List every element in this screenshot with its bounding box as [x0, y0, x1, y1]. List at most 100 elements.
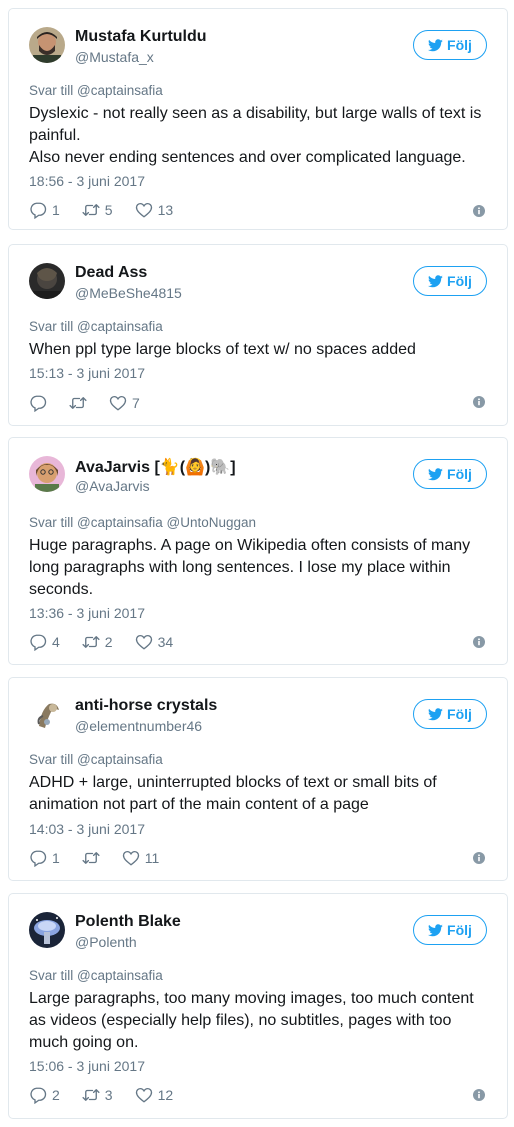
- timestamp[interactable]: 14:03 - 3 juni 2017: [29, 821, 145, 837]
- retweet-icon: [82, 1089, 100, 1101]
- replying-to[interactable]: Svar till @captainsafia: [29, 752, 163, 767]
- like-action[interactable]: 34: [135, 633, 173, 651]
- user-handle[interactable]: @Mustafa_x: [75, 49, 154, 65]
- retweet-count: 5: [104, 202, 113, 218]
- reply-icon: [30, 850, 47, 867]
- reply-action[interactable]: 4: [29, 633, 60, 651]
- user-name[interactable]: Dead Ass: [75, 264, 147, 282]
- follow-label: Följ: [447, 37, 472, 53]
- retweet-icon: [82, 636, 100, 648]
- avatar[interactable]: [29, 456, 65, 492]
- retweet-icon: [69, 397, 87, 409]
- user-name[interactable]: Mustafa Kurtuldu: [75, 28, 207, 46]
- tweet-card: Polenth Blake @Polenth Följ Svar till @c…: [8, 893, 508, 1119]
- user-handle[interactable]: @Polenth: [75, 934, 137, 950]
- tweet-text-line: painful.: [29, 127, 81, 144]
- tweet-card: anti-horse crystals @elementnumber46 Föl…: [8, 677, 508, 881]
- tweet-text-line: Large paragraphs, too many moving images…: [29, 990, 474, 1007]
- reply-icon: [30, 395, 47, 412]
- follow-label: Följ: [447, 273, 472, 289]
- reply-count: 1: [52, 202, 60, 218]
- timestamp[interactable]: 15:13 - 3 juni 2017: [29, 365, 145, 381]
- tweet-text-line: animation not part of the main content o…: [29, 796, 369, 813]
- replying-to[interactable]: Svar till @captainsafia: [29, 83, 163, 98]
- tweet-text-line: as videos (especially help files), no su…: [29, 1012, 452, 1029]
- follow-button[interactable]: Följ: [413, 459, 487, 489]
- user-handle[interactable]: @elementnumber46: [75, 718, 202, 734]
- reply-action[interactable]: 1: [29, 201, 60, 219]
- replying-to[interactable]: Svar till @captainsafia: [29, 968, 163, 983]
- like-count: 7: [132, 395, 140, 411]
- tweet-actions: 1 5 13: [29, 200, 173, 220]
- retweet-action[interactable]: [82, 849, 100, 867]
- heart-icon: [135, 202, 152, 218]
- tweet-actions: 2 3 12: [29, 1085, 173, 1105]
- avatar[interactable]: [29, 696, 65, 732]
- tweet-card: Mustafa Kurtuldu @Mustafa_x Följ Svar ti…: [8, 8, 508, 230]
- tweet-text-line: Dyslexic - not really seen as a disabili…: [29, 105, 482, 122]
- tweet-text: Huge paragraphs. A page on Wikipedia oft…: [29, 535, 491, 601]
- tweet-text: ADHD + large, uninterrupted blocks of te…: [29, 772, 491, 816]
- follow-button[interactable]: Följ: [413, 699, 487, 729]
- reply-action[interactable]: 2: [29, 1086, 60, 1104]
- reply-action[interactable]: [29, 394, 47, 412]
- retweet-icon: [82, 852, 100, 864]
- tweet-card: AvaJarvis [🐈(🙆)🐘] @AvaJarvis Följ Svar t…: [8, 437, 508, 665]
- retweet-action[interactable]: 5: [82, 201, 113, 219]
- user-handle[interactable]: @MeBeShe4815: [75, 285, 182, 301]
- retweet-action[interactable]: 2: [82, 633, 113, 651]
- bird-icon: [428, 467, 443, 480]
- avatar[interactable]: [29, 27, 65, 63]
- replying-to[interactable]: Svar till @captainsafia @UntoNuggan: [29, 515, 256, 530]
- tweet-actions: 4 2 34: [29, 632, 173, 652]
- reply-count: 1: [52, 850, 60, 866]
- bird-icon: [428, 38, 443, 51]
- info-icon[interactable]: [473, 852, 485, 864]
- follow-label: Följ: [447, 922, 472, 938]
- avatar[interactable]: [29, 912, 65, 948]
- retweet-action[interactable]: 3: [82, 1086, 113, 1104]
- like-action[interactable]: 7: [109, 394, 140, 412]
- user-handle[interactable]: @AvaJarvis: [75, 478, 150, 494]
- bird-icon: [428, 707, 443, 720]
- user-name[interactable]: anti-horse crystals: [75, 697, 217, 715]
- reply-count: 2: [52, 1087, 60, 1103]
- tweet-text-line: ADHD + large, uninterrupted blocks of te…: [29, 774, 437, 791]
- reply-icon: [30, 634, 47, 651]
- retweet-icon: [82, 204, 100, 216]
- info-icon[interactable]: [473, 636, 485, 648]
- reply-icon: [30, 1087, 47, 1104]
- follow-button[interactable]: Följ: [413, 266, 487, 296]
- tweet-text-line: When ppl type large blocks of text w/ no…: [29, 341, 416, 358]
- tweet-text-line: Also never ending sentences and over com…: [29, 149, 466, 166]
- timestamp[interactable]: 15:06 - 3 juni 2017: [29, 1058, 145, 1074]
- tweet-text: Large paragraphs, too many moving images…: [29, 988, 491, 1054]
- tweet-card: Dead Ass @MeBeShe4815 Följ Svar till @ca…: [8, 244, 508, 426]
- user-name[interactable]: Polenth Blake: [75, 913, 181, 931]
- user-name[interactable]: AvaJarvis [🐈(🙆)🐘]: [75, 457, 236, 477]
- like-action[interactable]: 13: [135, 201, 174, 219]
- info-icon[interactable]: [473, 396, 485, 408]
- retweet-action[interactable]: [69, 394, 87, 412]
- heart-icon: [122, 850, 139, 866]
- timestamp[interactable]: 18:56 - 3 juni 2017: [29, 173, 145, 189]
- bird-icon: [428, 923, 443, 936]
- timestamp[interactable]: 13:36 - 3 juni 2017: [29, 605, 145, 621]
- avatar[interactable]: [29, 263, 65, 299]
- follow-button[interactable]: Följ: [413, 30, 487, 60]
- like-count: 12: [157, 1087, 174, 1103]
- reply-action[interactable]: 1: [29, 849, 60, 867]
- replying-to[interactable]: Svar till @captainsafia: [29, 319, 163, 334]
- follow-label: Följ: [447, 706, 472, 722]
- like-action[interactable]: 12: [135, 1086, 174, 1104]
- follow-button[interactable]: Följ: [413, 915, 487, 945]
- info-icon[interactable]: [473, 205, 485, 217]
- like-action[interactable]: 11: [122, 849, 159, 867]
- bird-icon: [428, 274, 443, 287]
- heart-icon: [109, 395, 127, 411]
- heart-icon: [135, 1087, 152, 1103]
- like-count: 13: [157, 202, 174, 218]
- info-icon[interactable]: [473, 1089, 485, 1101]
- reply-icon: [30, 202, 47, 219]
- tweet-text: Dyslexic - not really seen as a disabili…: [29, 103, 491, 169]
